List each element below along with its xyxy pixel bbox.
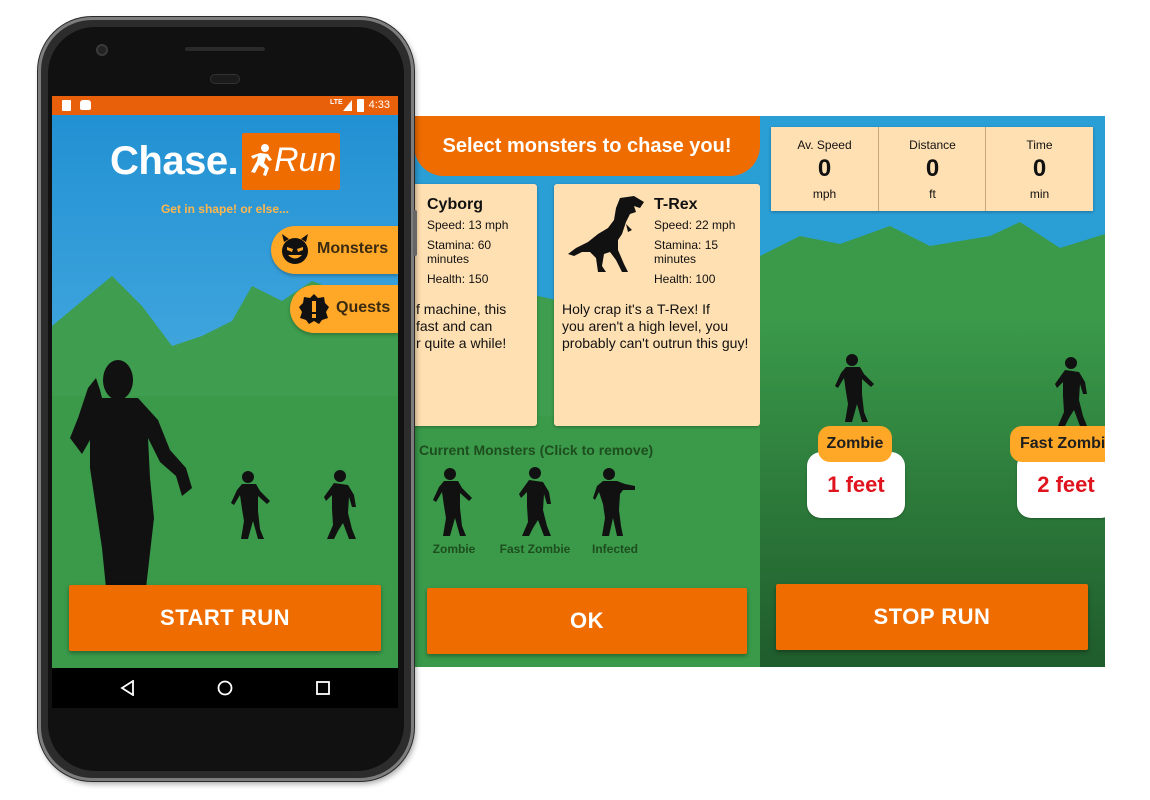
home-screen: LTE 4:33 Chase. Run Get in shape! or els… (52, 96, 398, 708)
zombie-silhouette-icon (835, 354, 874, 422)
monster-description-line: f machine, this (416, 301, 507, 317)
current-monster-label: Zombie (432, 542, 476, 556)
current-monster-infected[interactable]: Infected (575, 466, 655, 561)
monsters-menu-button[interactable]: Monsters (271, 226, 398, 274)
monster-stamina: Stamina: 60 (427, 238, 492, 252)
monster-name: T-Rex (654, 196, 698, 213)
home-icon[interactable] (217, 680, 233, 696)
current-monster-fast-zombie[interactable]: Fast Zombie (495, 466, 575, 561)
run-screen: Av. Speed 0 mph Distance 0 ft Time 0 min… (760, 116, 1105, 667)
fast-zombie-silhouette-icon (519, 467, 551, 536)
current-monsters-label: Current Monsters (Click to remove) (419, 442, 654, 458)
stat-distance: Distance 0 ft (879, 127, 986, 211)
front-camera-icon (96, 44, 108, 56)
monster-description-line: you aren't a high level, you (562, 318, 729, 334)
monster-description-line: fast and can (416, 318, 493, 334)
android-icon (80, 100, 91, 110)
runner-icon (251, 144, 272, 176)
sd-card-icon (62, 100, 71, 111)
monster-speed: Speed: 22 mph (654, 218, 736, 232)
promo-composite: Select monsters to chase you! Cyborg Spe… (0, 0, 1150, 800)
current-monster-label: Infected (591, 542, 638, 556)
monster-health: Health: 100 (654, 272, 716, 286)
fast-zombie-silhouette-icon (1055, 357, 1087, 426)
banner-title: Select monsters to chase you! (442, 134, 732, 157)
fast-zombie-silhouette-icon (324, 470, 356, 539)
ok-button[interactable]: OK (427, 588, 747, 654)
infected-silhouette-icon (593, 468, 635, 536)
logo-run-badge: Run (242, 133, 340, 190)
sensor-strip (185, 47, 265, 51)
monster-description-line: probably can't outrun this guy! (562, 335, 749, 351)
quests-menu-label: Quests (336, 299, 391, 316)
network-type: LTE (330, 99, 343, 106)
current-monster-label: Fast Zombie (499, 542, 571, 556)
monster-stamina-unit: minutes (654, 252, 697, 266)
runner-silhouette (70, 360, 192, 588)
monster-stamina: Stamina: 15 (654, 238, 719, 252)
status-time: 4:33 (368, 99, 390, 111)
stat-label: Av. Speed (797, 138, 852, 152)
stat-value: 0 (817, 155, 832, 182)
stat-label: Distance (909, 138, 956, 152)
stat-time: Time 0 min (986, 127, 1093, 211)
monster-name: Cyborg (427, 196, 483, 213)
recents-icon[interactable] (315, 680, 331, 696)
zombie-silhouette-icon (433, 468, 472, 536)
stop-run-button[interactable]: STOP RUN (776, 584, 1088, 650)
stat-unit: ft (929, 187, 936, 201)
monster-health: Health: 150 (427, 272, 489, 286)
signal-icon (343, 100, 352, 111)
logo-run-text: Run (274, 141, 337, 179)
monster-description-line: r quite a while! (416, 335, 507, 351)
monster-speed: Speed: 13 mph (427, 218, 509, 232)
monster-card-cyborg[interactable]: Cyborg Speed: 13 mph Stamina: 60 minutes… (398, 184, 537, 426)
stat-value: 0 (1032, 155, 1047, 182)
trex-silhouette-icon (568, 196, 644, 272)
devil-face-icon (282, 234, 308, 264)
run-stats-panel: Av. Speed 0 mph Distance 0 ft Time 0 min (771, 127, 1093, 211)
stat-average-speed: Av. Speed 0 mph (771, 127, 878, 211)
monster-card-trex[interactable]: T-Rex Speed: 22 mph Stamina: 15 minutes … (554, 184, 760, 426)
chaser-name-tag: Zombie (818, 426, 892, 462)
monster-select-screen: Select monsters to chase you! Cyborg Spe… (398, 116, 760, 667)
volume-button (413, 210, 417, 256)
start-run-button[interactable]: START RUN (69, 585, 381, 651)
current-monster-zombie[interactable]: Zombie (414, 466, 494, 561)
chaser-name-tag: Fast Zombi (1010, 426, 1105, 462)
android-nav-bar (52, 668, 398, 708)
quests-menu-button[interactable]: Quests (290, 285, 398, 333)
logo-chase-text: Chase. (110, 139, 239, 183)
zombie-silhouette-icon (231, 471, 270, 539)
monster-stamina-unit: minutes (427, 252, 470, 266)
tagline: Get in shape! or else... (160, 202, 290, 216)
monsters-menu-label: Monsters (317, 240, 389, 257)
select-monsters-banner: Select monsters to chase you! (414, 116, 760, 176)
monster-description-line: Holy crap it's a T-Rex! If (562, 301, 710, 317)
stat-value: 0 (925, 155, 940, 182)
battery-icon (357, 99, 364, 112)
back-icon[interactable] (120, 680, 136, 696)
stat-label: Time (1026, 138, 1053, 152)
alert-badge-icon (299, 294, 329, 324)
stat-unit: mph (812, 187, 837, 201)
earpiece-speaker (210, 74, 240, 84)
status-bar: LTE 4:33 (52, 96, 398, 115)
stat-unit: min (1029, 187, 1050, 201)
